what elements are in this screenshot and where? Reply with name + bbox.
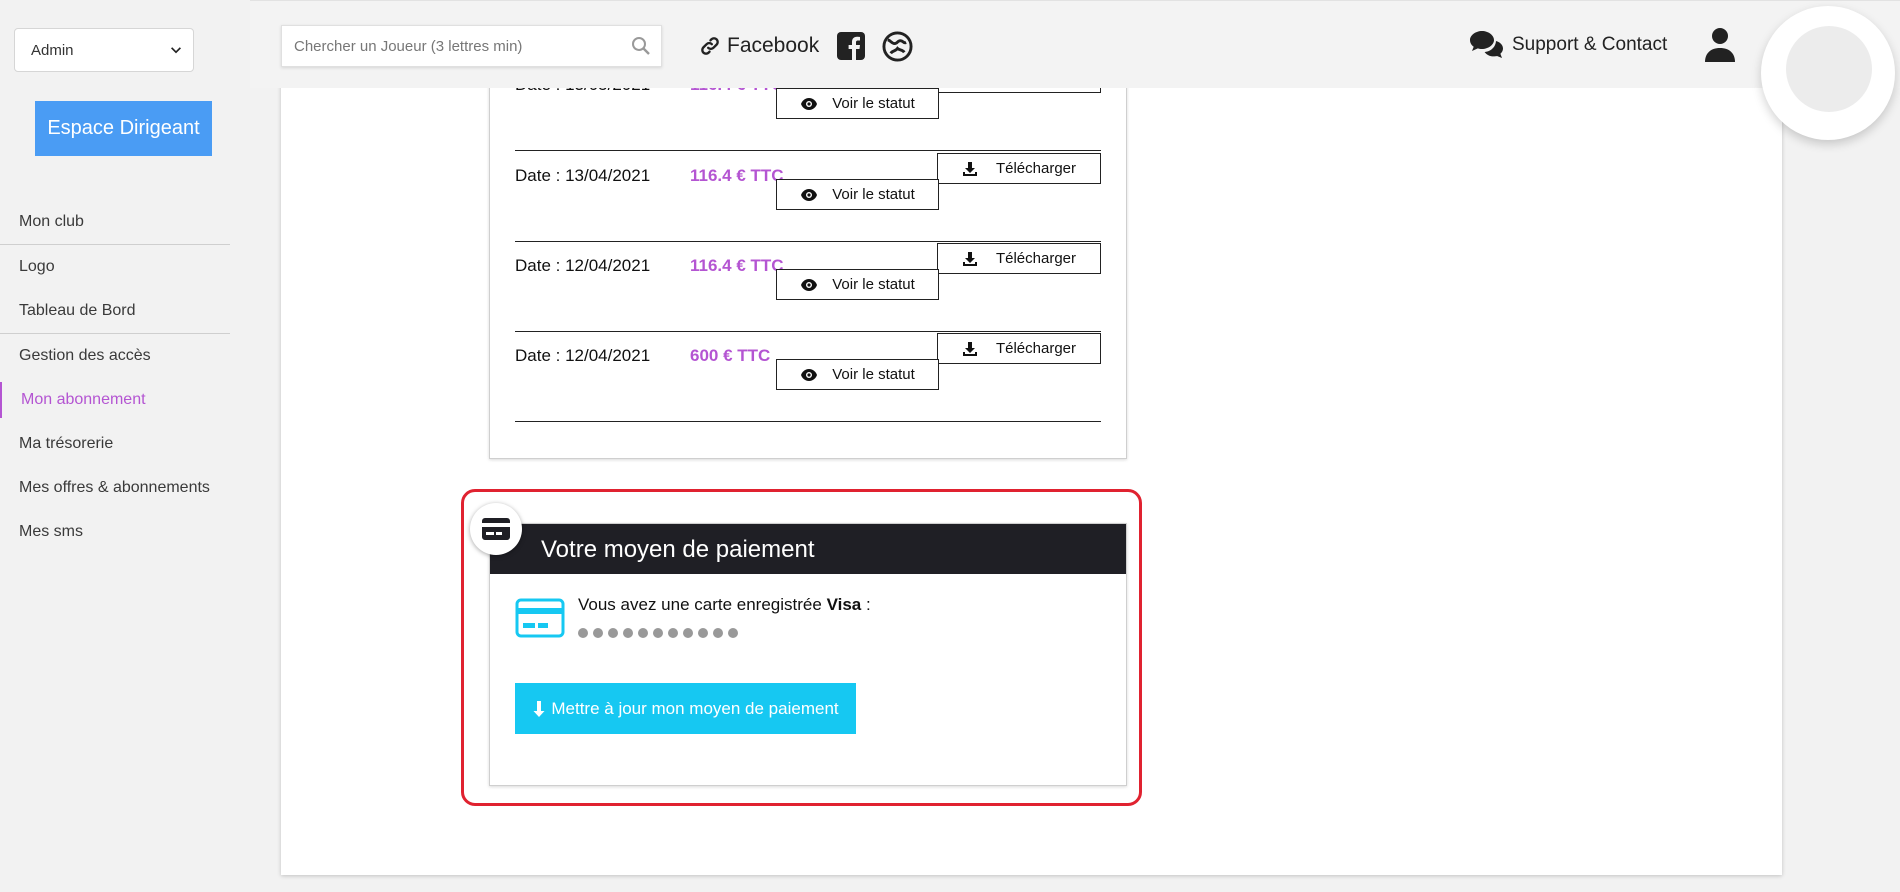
view-status-label: Voir le statut <box>832 366 915 383</box>
eye-icon <box>801 188 818 201</box>
sidebar-item-mes-sms[interactable]: Mes sms <box>0 510 230 554</box>
sidebar: Admin Espace Dirigeant Mon club Logo Tab… <box>0 0 250 892</box>
payment-method-card: Votre moyen de paiement Vous avez une ca… <box>489 523 1127 786</box>
saved-card-label: Vous avez une carte enregistrée <box>578 595 822 614</box>
facebook-icon[interactable] <box>837 32 865 60</box>
view-status-button[interactable]: Voir le statut <box>776 179 939 210</box>
invoice-row: Date : 12/04/2021 116.4 € TTC Télécharge… <box>515 241 1101 332</box>
invoice-date: Date : 12/04/2021 <box>515 256 651 275</box>
user-icon[interactable] <box>1704 27 1736 63</box>
card-brand: Visa <box>826 595 862 614</box>
invoice-date: Date : 13/04/2021 <box>515 166 651 185</box>
globe-icon[interactable] <box>882 31 913 62</box>
download-icon <box>962 341 977 356</box>
download-label: Télécharger <box>995 250 1077 267</box>
sidebar-item-tableau-de-bord[interactable]: Tableau de Bord <box>0 289 230 334</box>
avatar-image <box>1786 26 1872 112</box>
view-status-label: Voir le statut <box>832 95 915 112</box>
sidebar-item-mon-abonnement[interactable]: Mon abonnement <box>0 378 230 422</box>
download-button[interactable]: Télécharger <box>937 333 1101 364</box>
link-icon <box>701 37 719 55</box>
role-select[interactable]: Admin <box>14 28 194 72</box>
invoice-list: Date : 13/05/2021 116.4 € TTC Télécharge… <box>489 60 1127 459</box>
espace-dirigeant-button[interactable]: Espace Dirigeant <box>35 101 212 156</box>
chevron-down-icon <box>171 47 181 54</box>
download-button[interactable]: Télécharger <box>937 153 1101 184</box>
card-suffix: : <box>861 595 871 614</box>
invoice-amount: 600 € TTC <box>690 346 771 365</box>
credit-card-icon <box>482 518 510 540</box>
sidebar-item-ma-tresorerie[interactable]: Ma trésorerie <box>0 422 230 466</box>
top-bar: Facebook Support & Contact <box>250 0 1900 88</box>
support-contact-link[interactable]: Support & Contact <box>1468 29 1667 61</box>
eye-icon <box>801 278 818 291</box>
chat-icon <box>1470 31 1503 58</box>
search-icon[interactable] <box>631 36 651 56</box>
payment-badge <box>470 503 522 555</box>
view-status-label: Voir le statut <box>832 276 915 293</box>
sidebar-item-mon-club[interactable]: Mon club <box>0 200 230 245</box>
support-contact-label: Support & Contact <box>1512 34 1668 55</box>
view-status-label: Voir le statut <box>832 186 915 203</box>
invoice-date: Date : 12/04/2021 <box>515 346 651 365</box>
sidebar-item-gestion-des-acces[interactable]: Gestion des accès <box>0 334 230 378</box>
facebook-link-label: Facebook <box>727 34 820 57</box>
role-select-value: Admin <box>31 41 74 59</box>
sidebar-nav: Mon club Logo Tableau de Bord Gestion de… <box>0 200 230 554</box>
payment-card-title: Votre moyen de paiement <box>541 536 815 563</box>
masked-card-number <box>578 628 738 638</box>
update-payment-label: Mettre à jour mon moyen de paiement <box>551 698 839 718</box>
avatar[interactable] <box>1761 6 1895 140</box>
player-search <box>281 25 662 67</box>
eye-icon <box>801 97 818 110</box>
download-icon <box>962 251 977 266</box>
eye-icon <box>801 368 818 381</box>
saved-card-text: Vous avez une carte enregistrée Visa : <box>578 595 871 615</box>
download-label: Télécharger <box>995 160 1077 177</box>
view-status-button[interactable]: Voir le statut <box>776 359 939 390</box>
invoice-amount: 116.4 € TTC <box>690 166 784 185</box>
view-status-button[interactable]: Voir le statut <box>776 88 939 119</box>
view-status-button[interactable]: Voir le statut <box>776 269 939 300</box>
invoice-row: Date : 13/04/2021 116.4 € TTC Télécharge… <box>515 151 1101 242</box>
credit-card-icon <box>515 598 565 638</box>
download-icon <box>962 161 977 176</box>
facebook-link[interactable]: Facebook <box>699 31 819 61</box>
update-payment-button[interactable]: Mettre à jour mon moyen de paiement <box>515 683 856 734</box>
invoice-row: Date : 12/04/2021 600 € TTC Télécharger … <box>515 331 1101 422</box>
invoice-amount: 116.4 € TTC <box>690 256 784 275</box>
sidebar-item-logo[interactable]: Logo <box>0 245 230 289</box>
arrow-down-icon <box>533 700 545 717</box>
download-label: Télécharger <box>995 340 1077 357</box>
sidebar-item-mes-offres[interactable]: Mes offres & abonnements <box>0 466 230 510</box>
download-button[interactable]: Télécharger <box>937 243 1101 274</box>
search-input[interactable] <box>282 27 631 65</box>
payment-card-header: Votre moyen de paiement <box>490 524 1126 574</box>
